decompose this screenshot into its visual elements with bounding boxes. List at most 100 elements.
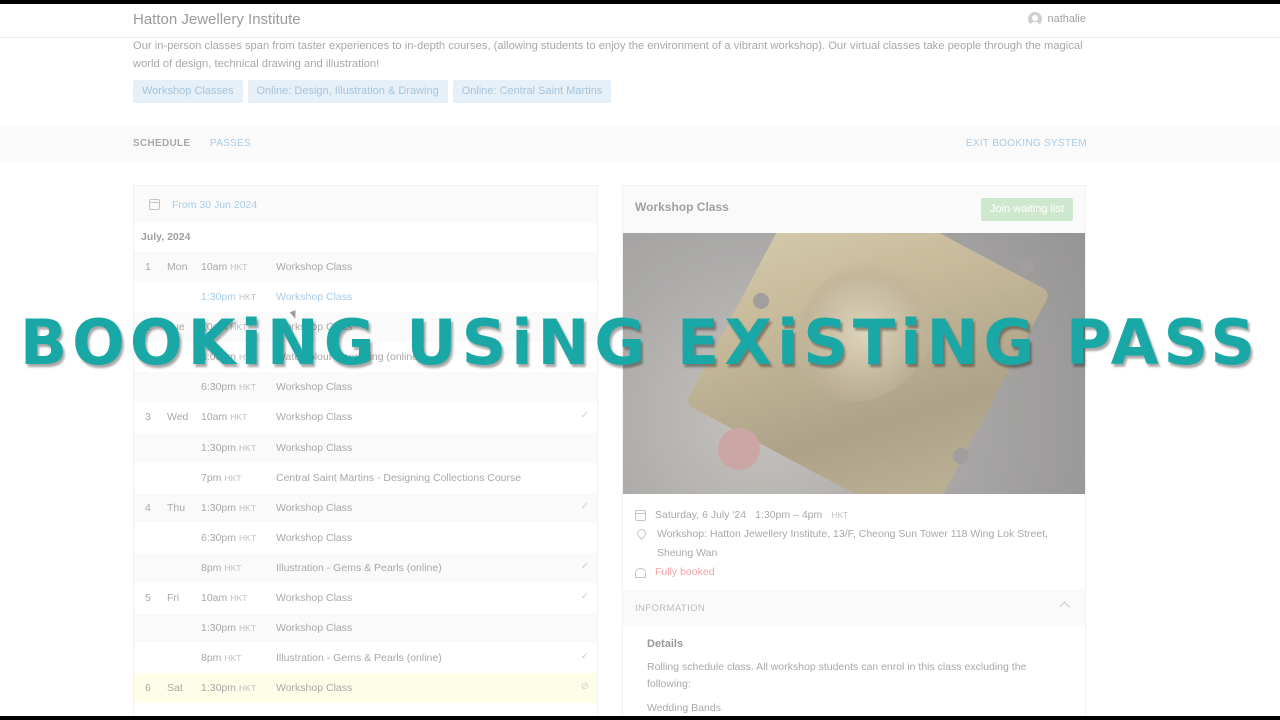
details-item: Wedding Bands [647, 702, 721, 714]
row-day: 1 [145, 261, 151, 273]
unavailable-icon: ⊘ [580, 681, 589, 693]
row-weekday: Wed [167, 411, 189, 424]
information-label: INFORMATION [635, 603, 706, 614]
row-time: 8pm HKT [201, 652, 242, 665]
row-time: 10am HKT [201, 261, 248, 273]
category-online-design[interactable]: Online: Design, Illustration & Drawing [247, 80, 448, 103]
chevron-up-icon [1059, 601, 1070, 612]
row-class-name: Workshop Class [276, 381, 353, 394]
row-time: 6:30pm HKT [201, 381, 257, 394]
row-time: 1:30pm HKT [201, 622, 257, 635]
row-time: 8pm HKT [201, 561, 242, 574]
row-class-name: Illustration - Gems & Pearls (online) [276, 561, 442, 574]
row-weekday: Mon [167, 261, 188, 273]
booking-page: Hatton Jewellery Institute nathalie Our … [0, 4, 1280, 716]
row-time: 1:30pm HKT [201, 441, 257, 454]
row-timezone: HKT [239, 532, 257, 543]
detail-header: Workshop Class Join waiting list [623, 186, 1085, 233]
row-class-name: Illustration - Gems & Pearls (online) [276, 652, 442, 665]
row-time: 10am HKT [201, 411, 248, 424]
detail-title: Workshop Class [635, 200, 729, 214]
row-timezone: HKT [239, 502, 257, 513]
class-time: 1:30pm – 4pm [755, 509, 823, 521]
row-timezone: HKT [239, 292, 257, 303]
brand-title[interactable]: Hatton Jewellery Institute [133, 11, 301, 28]
top-bar: Hatton Jewellery Institute nathalie [0, 4, 1280, 38]
schedule-row[interactable]: 6:30pm HKT Workshop Class [134, 523, 597, 553]
category-online-csm[interactable]: Online: Central Saint Martins [452, 80, 612, 103]
class-capacity: Fully booked [635, 563, 1073, 582]
join-waiting-list-button[interactable]: Join waiting list [981, 198, 1073, 221]
row-class-name: Workshop Class [276, 592, 353, 605]
row-timezone: HKT [239, 683, 257, 694]
month-heading: July, 2024 [141, 231, 191, 243]
calendar-icon [635, 510, 646, 521]
schedule-row[interactable]: 5 Fri 10am HKT Workshop Class ✓ [134, 583, 597, 613]
row-day: 5 [145, 592, 151, 605]
exit-booking-link[interactable]: EXIT BOOKING SYSTEM [966, 138, 1087, 149]
check-icon: ✓ [580, 410, 589, 422]
nav-bar: SCHEDULE PASSES EXIT BOOKING SYSTEM [0, 126, 1280, 162]
schedule-row[interactable]: 1:30pm HKT Workshop Class [134, 613, 597, 644]
row-time: 6:30pm HKT [201, 531, 257, 544]
details-title: Details [647, 638, 684, 650]
row-class-name: Workshop Class [276, 441, 353, 454]
category-workshop[interactable]: Workshop Classes [133, 80, 243, 103]
schedule-row[interactable]: 1 Mon 10am HKT Workshop Class [134, 252, 597, 283]
user-menu[interactable]: nathalie [1028, 12, 1086, 26]
row-time: 7pm HKT [201, 471, 242, 484]
calendar-icon [149, 199, 160, 210]
class-datetime: Saturday, 6 July '24 1:30pm – 4pm HKT [635, 506, 1073, 525]
schedule-row[interactable]: 8pm HKT Illustration - Gems & Pearls (onli… [134, 552, 597, 584]
row-timezone: HKT [230, 262, 248, 272]
row-class-name: Workshop Class [276, 531, 353, 544]
schedule-row[interactable]: 6 Sat 1:30pm HKT Workshop Class ⊘ [134, 673, 597, 704]
check-icon: ✓ [580, 560, 589, 572]
row-day: 4 [145, 501, 151, 514]
row-day: 6 [145, 682, 151, 695]
information-accordion[interactable]: INFORMATION [623, 589, 1085, 626]
row-class-name: Workshop Class [276, 622, 353, 635]
check-icon: ✓ [580, 591, 589, 603]
schedule-row[interactable]: 3 Wed 10am HKT Workshop Class ✓ [134, 402, 597, 432]
row-timezone: HKT [230, 593, 248, 604]
row-timezone: HKT [239, 382, 257, 393]
row-class-name: Workshop Class [276, 411, 353, 424]
class-date: Saturday, 6 July '24 [655, 509, 747, 521]
user-name: nathalie [1047, 13, 1086, 25]
row-class-name: Workshop Class [276, 261, 353, 273]
class-info: Saturday, 6 July '24 1:30pm – 4pm HKT Wo… [623, 494, 1085, 582]
tab-schedule[interactable]: SCHEDULE [133, 138, 190, 149]
row-timezone: HKT [230, 412, 248, 423]
row-day: 3 [145, 411, 151, 424]
row-time: 1:30pm HKT [201, 682, 257, 695]
row-timezone: HKT [224, 472, 242, 483]
date-filter[interactable]: From 30 Jun 2024 [134, 186, 597, 223]
class-location: Workshop: Hatton Jewellery Institute, 13… [635, 525, 1073, 563]
location-pin-icon [635, 527, 648, 540]
schedule-row[interactable]: 4 Thu 1:30pm HKT Workshop Class ✓ [134, 492, 597, 523]
class-timezone: HKT [831, 510, 849, 520]
category-tabs: Workshop Classes Online: Design, Illustr… [133, 80, 612, 103]
row-weekday: Fri [167, 592, 180, 605]
row-time: 1:30pm HKT [201, 501, 257, 514]
video-title-overlay: BOOKiNG USiNG EXiSTiNG PASS [19, 306, 1261, 379]
check-icon: ✓ [580, 500, 589, 512]
class-location-text: Workshop: Hatton Jewellery Institute, 13… [657, 528, 1049, 559]
schedule-row[interactable]: 8pm HKT Illustration - Gems & Pearls (onli… [134, 643, 597, 673]
row-class-name: Workshop Class [276, 682, 353, 695]
capacity-status: Fully booked [655, 566, 715, 578]
row-weekday: Thu [167, 501, 186, 514]
row-timezone: HKT [239, 623, 257, 634]
details-section: Details Rolling schedule class. All work… [623, 626, 1085, 716]
row-timezone: HKT [224, 562, 242, 573]
class-detail-panel: Workshop Class Join waiting list Saturda… [622, 185, 1086, 716]
app-frame: Hatton Jewellery Institute nathalie Our … [0, 4, 1280, 716]
row-time: 10am HKT [201, 592, 248, 605]
schedule-row[interactable]: 7pm HKT Central Saint Martins - Designing … [134, 463, 597, 493]
schedule-row[interactable]: 1:30pm HKT Workshop Class [134, 432, 597, 463]
tab-passes[interactable]: PASSES [210, 138, 251, 149]
row-timezone: HKT [239, 442, 257, 453]
row-timezone: HKT [224, 653, 242, 664]
date-filter-label: From 30 Jun 2024 [172, 198, 258, 211]
